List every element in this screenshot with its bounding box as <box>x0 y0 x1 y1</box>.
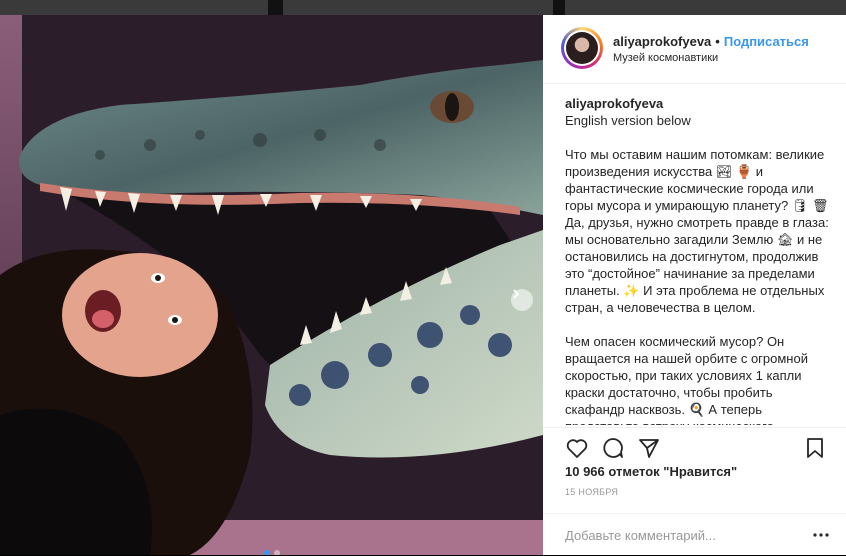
caption-paragraph: Что мы оставим нашим потомкам: великие п… <box>565 147 833 315</box>
ellipsis-icon[interactable] <box>812 526 830 544</box>
share-arrow-icon[interactable] <box>637 436 661 460</box>
likes-count[interactable]: 10 966 отметок "Нравится" <box>565 464 737 479</box>
follow-button[interactable]: Подписаться <box>724 34 809 49</box>
avatar[interactable] <box>561 27 603 69</box>
caption-paragraph: English version below <box>565 113 691 128</box>
header-username[interactable]: aliyaprokofyeva <box>613 34 711 49</box>
background-thumbnail <box>0 0 268 15</box>
caption-paragraph: Чем опасен космический мусор? Он вращает… <box>565 334 808 425</box>
background-thumbnail <box>565 0 846 15</box>
comment-input[interactable] <box>565 526 785 544</box>
bookmark-icon[interactable] <box>803 436 827 460</box>
header-user-line: aliyaprokofyeva • Подписаться <box>613 34 809 49</box>
caption-username[interactable]: aliyaprokofyeva <box>565 95 833 112</box>
location-link[interactable]: Музей космонавтики <box>613 52 718 64</box>
comment-bubble-icon[interactable] <box>601 436 625 460</box>
chevron-right-icon <box>513 289 520 299</box>
comment-bar <box>543 513 846 556</box>
carousel-dot <box>264 550 270 555</box>
heart-icon[interactable] <box>565 436 589 460</box>
photo-illustration <box>0 15 543 555</box>
post-photo[interactable] <box>0 15 543 555</box>
background-feed-strip <box>0 0 846 15</box>
post-header: aliyaprokofyeva • Подписаться Музей космон… <box>543 15 846 84</box>
post-sidebar: aliyaprokofyeva • Подписаться Музей космон… <box>543 15 846 555</box>
caption: aliyaprokofyeva English version below Чт… <box>565 95 833 425</box>
post-date[interactable]: 15 НОЯБРЯ <box>565 487 618 497</box>
background-thumbnail <box>283 0 553 15</box>
header-separator: • <box>715 34 720 49</box>
carousel-dot <box>274 550 280 555</box>
carousel-next-button[interactable] <box>511 289 533 311</box>
carousel-dots <box>264 550 280 555</box>
post-modal: aliyaprokofyeva • Подписаться Музей космон… <box>0 0 846 555</box>
action-bar <box>543 427 846 468</box>
